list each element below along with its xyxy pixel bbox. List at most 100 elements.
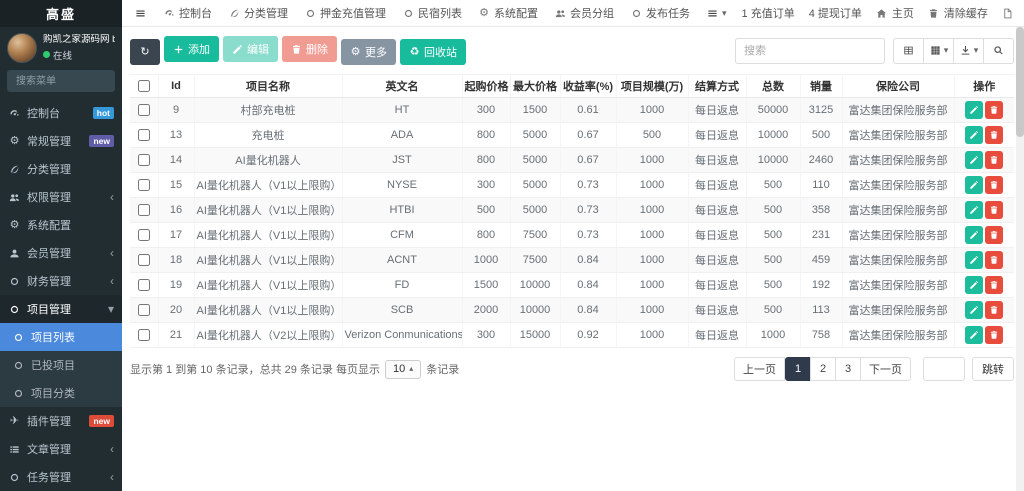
tab-system-config[interactable]: ⚙ 系统配置 [470, 0, 546, 26]
scrollbar-thumb[interactable] [1016, 27, 1024, 137]
more-button[interactable]: ⚙ 更多 [341, 39, 396, 65]
row-delete-button[interactable] [985, 151, 1004, 169]
sidebar-item-member[interactable]: 会员管理 ‹ [0, 239, 122, 267]
row-edit-button[interactable] [965, 276, 984, 294]
sidebar-item-article[interactable]: 文章管理 ‹ [0, 435, 122, 463]
sidebar-item-invested-projects[interactable]: 已投项目 [0, 351, 122, 379]
navbar-item-home[interactable]: 主页 [869, 0, 921, 26]
row-checkbox[interactable] [137, 204, 150, 217]
row-checkbox[interactable] [137, 179, 150, 192]
tab-label: 会员分组 [570, 8, 614, 20]
home-icon [876, 8, 888, 19]
row-edit-button[interactable] [965, 176, 984, 194]
tab-deposit-recharge[interactable]: 押金充值管理 [296, 0, 394, 26]
row-edit-button[interactable] [965, 226, 984, 244]
row-edit-button[interactable] [965, 151, 984, 169]
navbar-item-clear-cache[interactable]: 清除缓存 [921, 0, 995, 26]
page-button-2[interactable]: 2 [810, 357, 836, 381]
row-delete-button[interactable] [985, 301, 1004, 319]
refresh-button[interactable]: ↻ [130, 39, 160, 65]
sidebar-item-general[interactable]: ⚙ 常规管理 new [0, 127, 122, 155]
edit-button[interactable]: 编辑 [223, 36, 278, 62]
tab-category[interactable]: 分类管理 [220, 0, 296, 26]
tab-publish-task[interactable]: 发布任务 [622, 0, 698, 26]
column-header-7[interactable]: 结算方式 [687, 74, 746, 98]
column-header-8[interactable]: 总数 [745, 74, 800, 98]
row-edit-button[interactable] [965, 251, 984, 269]
row-edit-button[interactable] [965, 126, 984, 144]
cell-min: 500 [461, 197, 510, 223]
scrollbar-track[interactable] [1016, 27, 1024, 491]
row-delete-button[interactable] [985, 226, 1004, 244]
row-checkbox[interactable] [137, 304, 150, 317]
row-delete-button[interactable] [985, 126, 1004, 144]
sidebar-item-project-category[interactable]: 项目分类 [0, 379, 122, 407]
app-logo[interactable]: 高盛 [0, 0, 122, 27]
export-button[interactable]: ▾ [953, 37, 984, 64]
next-page-button[interactable]: 下一页 [860, 357, 911, 381]
row-delete-button[interactable] [985, 101, 1004, 119]
page-jump-button[interactable]: 跳转 [972, 357, 1014, 381]
sidebar-item-auth[interactable]: 权限管理 ‹ [0, 183, 122, 211]
page-size-select[interactable]: 10 ▴ [384, 359, 422, 379]
row-edit-button[interactable] [965, 301, 984, 319]
row-delete-button[interactable] [985, 276, 1004, 294]
sidebar-item-project-list[interactable]: 项目列表 [0, 323, 122, 351]
row-checkbox[interactable] [137, 104, 150, 117]
hamburger-icon[interactable] [126, 0, 155, 26]
column-header-1[interactable]: 项目名称 [193, 74, 342, 98]
page-button-3[interactable]: 3 [835, 357, 861, 381]
sidebar-item-system-config[interactable]: ⚙ 系统配置 [0, 211, 122, 239]
sidebar-item-category[interactable]: 分类管理 [0, 155, 122, 183]
tab-dashboard[interactable]: 控制台 [155, 0, 220, 26]
sidebar-item-task[interactable]: 任务管理 ‹ [0, 463, 122, 491]
sidebar-item-addon[interactable]: ✈ 插件管理 new [0, 407, 122, 435]
recycle-button[interactable]: ♻ 回收站 [400, 39, 466, 65]
column-header-5[interactable]: 收益率(%) [559, 74, 616, 98]
row-checkbox[interactable] [137, 129, 150, 142]
add-button[interactable]: 添加 [164, 36, 219, 62]
column-header-2[interactable]: 英文名 [341, 74, 462, 98]
page-button-1[interactable]: 1 [785, 357, 811, 381]
detail-view-button[interactable] [893, 37, 924, 64]
row-delete-button[interactable] [985, 326, 1004, 344]
cell-name: 充电桩 [193, 122, 342, 148]
column-header-4[interactable]: 最大价格 [509, 74, 560, 98]
cell-en: HTBI [341, 197, 462, 223]
row-delete-button[interactable] [985, 176, 1004, 194]
column-header-0[interactable]: Id [157, 74, 194, 98]
row-edit-button[interactable] [965, 101, 984, 119]
row-edit-button[interactable] [965, 201, 984, 219]
tab-homestay-list[interactable]: 民宿列表 [394, 0, 470, 26]
column-header-9[interactable]: 销量 [799, 74, 842, 98]
select-all-checkbox[interactable] [137, 80, 150, 93]
search-submit-button[interactable] [983, 37, 1014, 64]
column-header-10[interactable]: 保险公司 [841, 74, 954, 98]
column-header-3[interactable]: 起购价格 [461, 74, 510, 98]
sidebar-search-input[interactable] [7, 70, 115, 92]
row-checkbox[interactable] [137, 154, 150, 167]
sidebar-item-dashboard[interactable]: 控制台 hot [0, 99, 122, 127]
sidebar-item-finance[interactable]: 财务管理 ‹ [0, 267, 122, 295]
delete-button[interactable]: 删除 [282, 36, 337, 62]
nav-more-dropdown[interactable]: ▾ [698, 0, 735, 26]
row-delete-button[interactable] [985, 201, 1004, 219]
row-checkbox[interactable] [137, 254, 150, 267]
prev-page-button[interactable]: 上一页 [734, 357, 785, 381]
tab-member-group[interactable]: 会员分组 [546, 0, 622, 26]
table-search-input[interactable] [735, 37, 885, 64]
navbar-item-withdraw-orders[interactable]: 4 提现订单 [802, 0, 869, 26]
pencil-icon [968, 105, 981, 115]
page-jump-input[interactable] [923, 357, 965, 381]
row-edit-button[interactable] [965, 326, 984, 344]
row-checkbox[interactable] [137, 329, 150, 342]
row-checkbox[interactable] [137, 279, 150, 292]
row-checkbox[interactable] [137, 229, 150, 242]
sidebar-item-project[interactable]: 项目管理 ▾ [0, 295, 122, 323]
row-delete-button[interactable] [985, 251, 1004, 269]
column-header-11[interactable]: 操作 [953, 74, 1014, 98]
column-header-6[interactable]: 项目规模(万) [615, 74, 688, 98]
columns-button[interactable]: ▾ [923, 37, 954, 64]
navbar-item-recharge-orders[interactable]: 1 充值订单 [735, 0, 802, 26]
navbar-item-clear-browser-cache[interactable] [995, 0, 1021, 26]
